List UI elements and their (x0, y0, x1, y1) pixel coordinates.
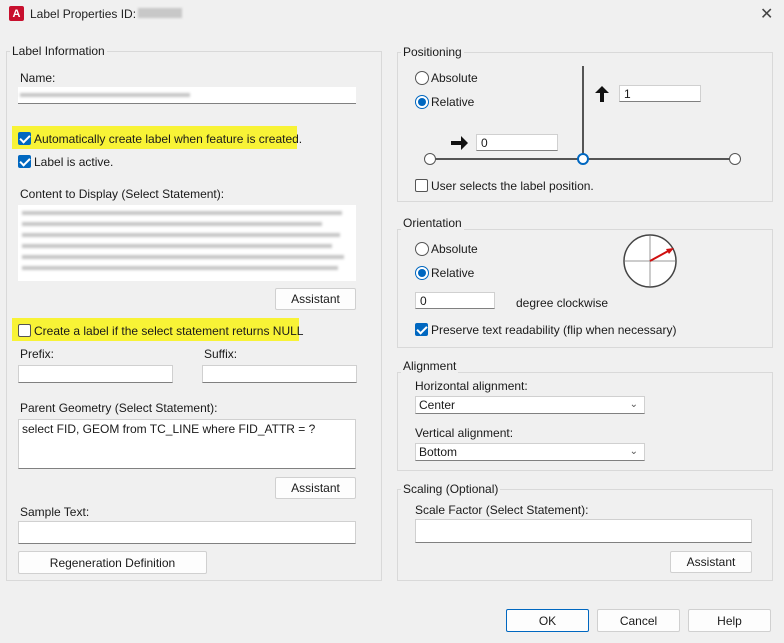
auto-create-checkbox[interactable] (18, 132, 31, 145)
label-active-label: Label is active. (34, 155, 114, 169)
position-center-handle[interactable] (577, 153, 589, 165)
prefix-label: Prefix: (20, 347, 55, 361)
ok-button[interactable]: OK (506, 609, 589, 632)
sample-text-field[interactable] (18, 521, 356, 544)
close-icon[interactable]: ✕ (760, 4, 773, 24)
parent-geometry-label: Parent Geometry (Select Statement): (20, 401, 218, 415)
horizontal-alignment-value: Center (419, 398, 456, 412)
y-offset-field[interactable]: 1 (619, 85, 701, 102)
create-null-checkbox[interactable] (18, 324, 31, 337)
name-field[interactable] (18, 87, 356, 104)
content-assistant-button[interactable]: Assistant (275, 288, 356, 310)
vertical-alignment-select[interactable]: Bottom ⌄ (415, 443, 645, 461)
help-button[interactable]: Help (688, 609, 771, 632)
positioning-title: Positioning (401, 45, 464, 59)
orientation-title: Orientation (401, 216, 464, 230)
cancel-button[interactable]: Cancel (597, 609, 680, 632)
x-offset-field[interactable]: 0 (476, 134, 558, 151)
user-selects-label: User selects the label position. (431, 179, 594, 193)
content-label: Content to Display (Select Statement): (20, 187, 225, 201)
chevron-down-icon: ⌄ (629, 399, 638, 410)
degree-label: degree clockwise (516, 296, 609, 310)
label-active-checkbox[interactable] (18, 155, 31, 168)
parent-assistant-button[interactable]: Assistant (275, 477, 356, 499)
name-label: Name: (20, 71, 56, 85)
orientation-relative-label: Relative (431, 266, 475, 280)
position-right-handle[interactable] (729, 153, 741, 165)
create-null-label: Create a label if the select statement r… (34, 324, 304, 338)
sample-text-label: Sample Text: (20, 505, 90, 519)
scaling-assistant-button[interactable]: Assistant (670, 551, 752, 573)
autocad-app-icon: A (9, 6, 24, 21)
scale-factor-field[interactable] (415, 519, 752, 543)
regeneration-definition-button[interactable]: Regeneration Definition (18, 551, 207, 574)
label-information-title: Label Information (10, 44, 107, 58)
orientation-relative-radio[interactable] (415, 266, 429, 280)
suffix-field[interactable] (202, 365, 357, 383)
window-title: Label Properties ID: (30, 7, 137, 21)
scale-factor-label: Scale Factor (Select Statement): (415, 503, 589, 517)
alignment-title: Alignment (401, 359, 459, 373)
auto-create-label: Automatically create label when feature … (34, 132, 303, 146)
preserve-readability-checkbox[interactable] (415, 323, 428, 336)
arrow-right-icon (451, 136, 468, 150)
vertical-alignment-value: Bottom (419, 445, 458, 459)
preserve-readability-label: Preserve text readability (flip when nec… (431, 323, 677, 337)
parent-geometry-field[interactable]: select FID, GEOM from TC_LINE where FID_… (18, 419, 356, 469)
user-selects-checkbox[interactable] (415, 179, 428, 192)
orientation-absolute-radio[interactable] (415, 242, 429, 256)
horizontal-alignment-label: Horizontal alignment: (415, 379, 528, 393)
prefix-field[interactable] (18, 365, 173, 383)
orientation-absolute-label: Absolute (431, 242, 478, 256)
orientation-dial-icon[interactable] (622, 233, 678, 289)
arrow-up-icon (595, 86, 609, 102)
content-select-field[interactable] (18, 205, 356, 281)
chevron-down-icon: ⌄ (629, 446, 638, 457)
horizontal-alignment-select[interactable]: Center ⌄ (415, 396, 645, 414)
suffix-label: Suffix: (204, 347, 238, 361)
degree-field[interactable]: 0 (415, 292, 495, 309)
position-left-handle[interactable] (424, 153, 436, 165)
title-bar: A Label Properties ID: ✕ (0, 0, 784, 30)
title-id-redacted (138, 8, 182, 18)
scaling-title: Scaling (Optional) (401, 482, 501, 496)
vertical-alignment-label: Vertical alignment: (415, 426, 514, 440)
